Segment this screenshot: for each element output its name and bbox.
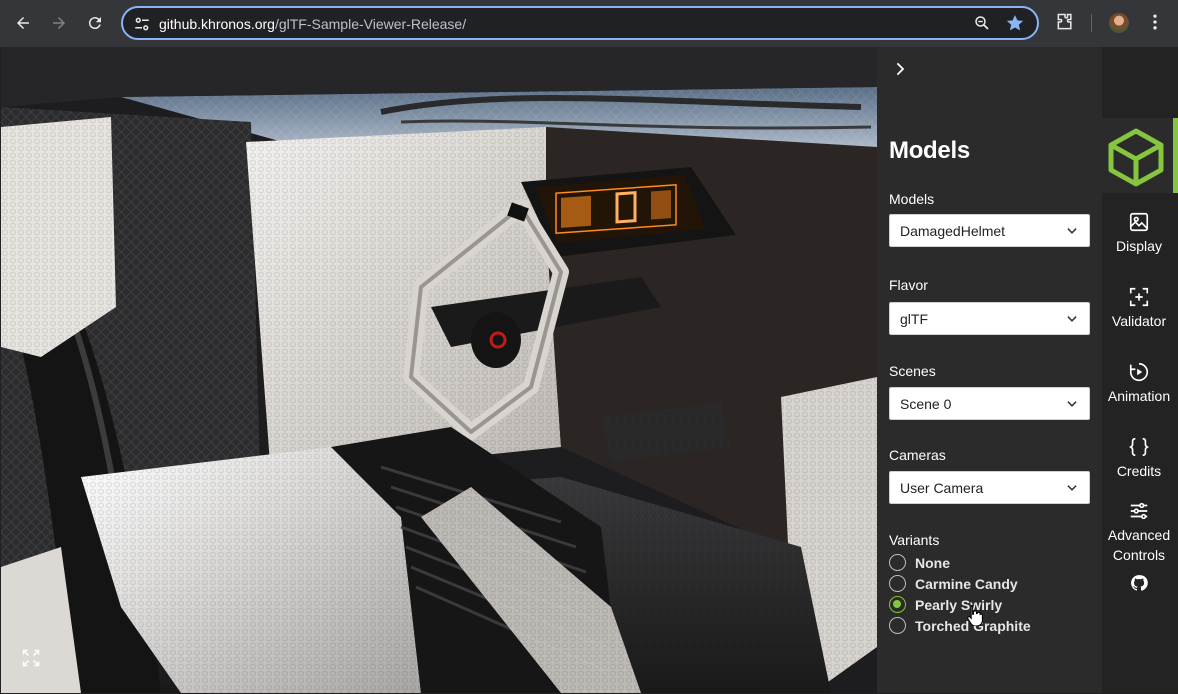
tool-rail: Display Validator Animation Credits Adva… xyxy=(1102,47,1178,693)
tab-credits[interactable]: Credits xyxy=(1102,436,1176,481)
tab-label: Display xyxy=(1116,238,1162,254)
site-info-icon[interactable] xyxy=(133,15,151,33)
chevron-down-icon xyxy=(1065,481,1079,495)
kebab-menu-icon[interactable] xyxy=(1145,12,1167,34)
forward-icon[interactable] xyxy=(47,11,71,35)
model-viewport-canvas[interactable] xyxy=(1,47,877,693)
github-link[interactable] xyxy=(1102,574,1176,596)
models-tab[interactable] xyxy=(1102,118,1178,193)
radio-button[interactable] xyxy=(889,554,906,571)
extensions-icon[interactable] xyxy=(1055,12,1077,34)
address-bar[interactable]: github.khronos.org/glTF-Sample-Viewer-Re… xyxy=(121,6,1039,40)
animation-play-icon xyxy=(1128,361,1150,383)
url-text[interactable]: github.khronos.org/glTF-Sample-Viewer-Re… xyxy=(159,16,466,32)
tab-animation[interactable]: Animation xyxy=(1102,361,1176,406)
variant-label: Pearly Swirly xyxy=(915,597,1003,613)
radio-button[interactable] xyxy=(889,617,906,634)
browser-toolbar: github.khronos.org/glTF-Sample-Viewer-Re… xyxy=(0,0,1178,47)
panel-title: Models xyxy=(889,137,970,164)
tab-validator[interactable]: Validator xyxy=(1102,286,1176,331)
cameras-label: Cameras xyxy=(889,447,946,463)
cameras-select[interactable]: User Camera xyxy=(889,471,1090,504)
scenes-label: Scenes xyxy=(889,363,936,379)
bookmark-star-icon[interactable] xyxy=(1005,13,1027,35)
scenes-select[interactable]: Scene 0 xyxy=(889,387,1090,420)
tab-label-line-2: Controls xyxy=(1112,547,1166,563)
reload-icon[interactable] xyxy=(83,11,107,35)
tab-label-line-1: Advanced xyxy=(1107,527,1171,543)
scenes-select-value: Scene 0 xyxy=(900,396,952,412)
braces-icon xyxy=(1128,436,1150,458)
models-select[interactable]: DamagedHelmet xyxy=(889,214,1090,247)
flavor-label: Flavor xyxy=(889,277,928,293)
flavor-select[interactable]: glTF xyxy=(889,302,1090,335)
hand-cursor-icon xyxy=(967,605,983,626)
chevron-down-icon xyxy=(1065,224,1079,238)
url-path: /glTF-Sample-Viewer-Release/ xyxy=(274,16,467,32)
validator-icon xyxy=(1128,286,1150,308)
zoom-icon[interactable] xyxy=(973,14,993,34)
chevron-down-icon xyxy=(1065,397,1079,411)
chevron-down-icon xyxy=(1065,312,1079,326)
tab-label: Animation xyxy=(1107,388,1171,404)
fullscreen-icon[interactable] xyxy=(21,648,43,670)
profile-avatar[interactable] xyxy=(1109,13,1129,33)
image-icon xyxy=(1128,211,1150,233)
models-label: Models xyxy=(889,191,935,207)
models-panel: Models Models DamagedHelmet Flavor glTF … xyxy=(877,47,1102,693)
active-tab-indicator xyxy=(1173,118,1178,193)
sliders-icon xyxy=(1128,500,1150,522)
models-select-value: DamagedHelmet xyxy=(900,223,1006,239)
back-icon[interactable] xyxy=(11,11,35,35)
url-host: github.khronos.org xyxy=(159,16,275,32)
cube-logo-icon xyxy=(1108,128,1164,187)
cameras-select-value: User Camera xyxy=(900,480,984,496)
radio-button[interactable] xyxy=(889,575,906,592)
tab-display[interactable]: Display xyxy=(1102,211,1176,256)
variants-label: Variants xyxy=(889,532,940,548)
tab-label: Credits xyxy=(1116,463,1162,479)
flavor-select-value: glTF xyxy=(900,311,928,327)
radio-button-selected[interactable] xyxy=(889,596,906,613)
car-interior-render xyxy=(1,47,877,693)
github-icon xyxy=(1128,574,1150,596)
tab-label: Validator xyxy=(1111,313,1167,329)
variant-label: None xyxy=(915,555,950,571)
toolbar-divider xyxy=(1091,14,1092,32)
variant-label: Carmine Candy xyxy=(915,576,1018,592)
tab-advanced-controls[interactable]: Advanced Controls xyxy=(1102,500,1176,565)
chevron-right-icon[interactable] xyxy=(891,59,911,81)
